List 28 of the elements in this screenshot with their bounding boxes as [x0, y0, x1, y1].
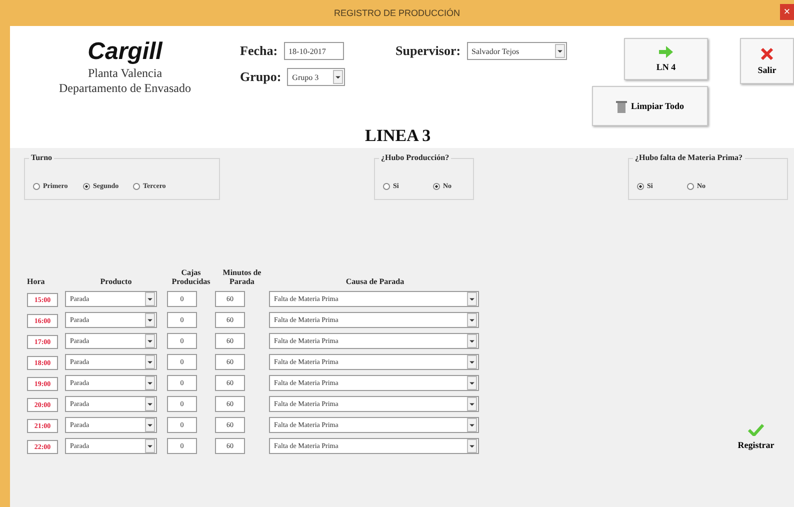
close-button[interactable]: × — [780, 4, 794, 20]
field-label: Grupo: — [240, 69, 282, 85]
department-name: Departamento de Envasado — [59, 81, 191, 96]
ln-button[interactable]: LN 4 — [624, 38, 708, 80]
supervisor-dropdown[interactable]: Salvador Tejos — [466, 42, 567, 60]
close-icon — [760, 47, 774, 61]
window-title: REGISTRO DE PRODUCCIÓN — [334, 8, 460, 18]
checkmark-icon — [748, 424, 764, 436]
column-header: Cajas Producidas — [170, 268, 212, 286]
exit-button[interactable]: Salir — [740, 38, 794, 84]
group-title: ¿Hubo falta de Materia Prima? — [633, 153, 745, 162]
column-header: Producto — [99, 277, 133, 286]
column-header: Hora — [27, 277, 46, 286]
logo: Cargill — [88, 38, 162, 66]
column-header: Minutos de Parada — [222, 268, 262, 286]
clear-all-button[interactable]: Limpiar Todo — [592, 86, 708, 126]
group-title: Turno — [29, 153, 54, 162]
line-heading: LINEA 3 — [365, 126, 431, 146]
register-button[interactable]: Registrar — [722, 414, 790, 460]
date-field[interactable]: 18-10-2017 — [284, 42, 344, 60]
field-label: Fecha: — [240, 43, 278, 59]
plant-name: Planta Valencia — [88, 66, 162, 81]
group-title: ¿Hubo Producción? — [379, 153, 452, 162]
field-label: Supervisor: — [396, 43, 461, 59]
trash-icon — [616, 100, 627, 112]
column-header: Causa de Parada — [344, 277, 406, 286]
arrow-right-icon — [659, 46, 673, 58]
group-dropdown[interactable]: Grupo 3 — [287, 68, 346, 86]
